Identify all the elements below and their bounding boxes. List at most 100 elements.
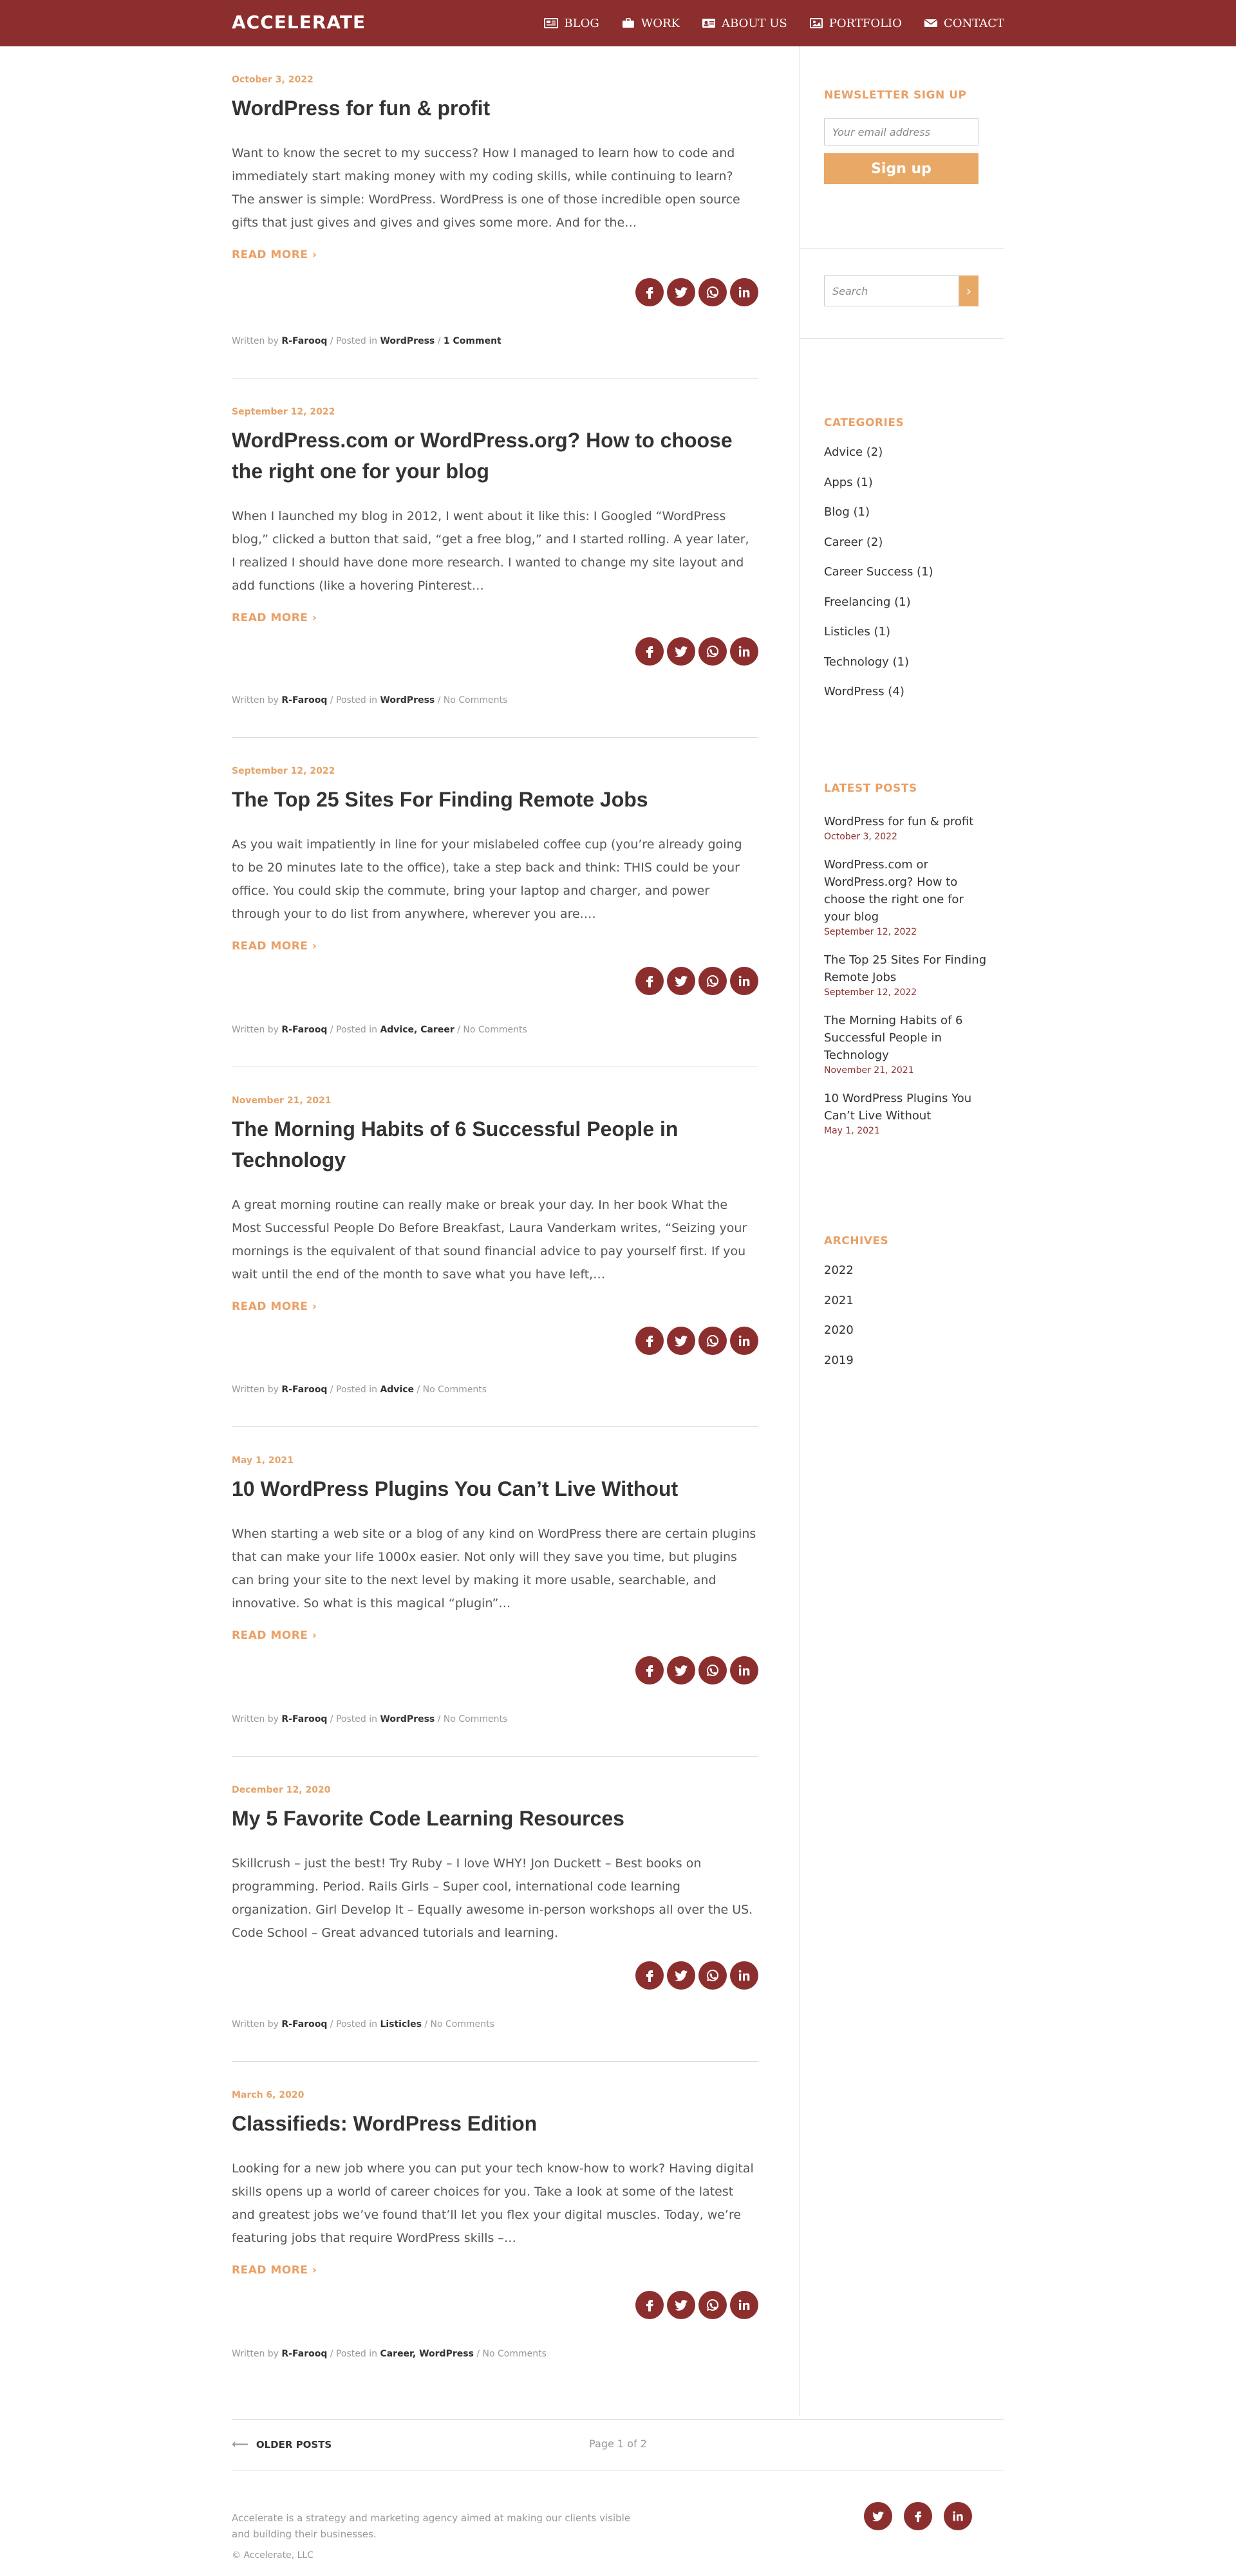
post-title-link[interactable]: WordPress for fun & profit <box>232 93 734 124</box>
twitter-share-button[interactable] <box>667 2291 695 2319</box>
archive-year-link[interactable]: 2022 <box>824 1264 888 1294</box>
signup-button[interactable]: Sign up <box>824 153 979 184</box>
category-link[interactable]: Blog (1) <box>824 506 933 536</box>
post-title-link[interactable]: 10 WordPress Plugins You Can’t Live With… <box>232 1473 734 1504</box>
category-link[interactable]: WordPress <box>380 1714 435 1724</box>
twitter-share-button[interactable] <box>667 278 695 306</box>
latest-post-link[interactable]: The Top 25 Sites For Finding Remote Jobs <box>824 951 991 986</box>
read-more-link[interactable]: READ MORE › <box>232 1629 317 1642</box>
whatsapp-share-button[interactable] <box>698 967 727 995</box>
author-link[interactable]: R-Farooq <box>281 2349 327 2359</box>
nav-work[interactable]: WORK <box>621 17 680 30</box>
read-more-link[interactable]: READ MORE › <box>232 2264 317 2277</box>
latest-post-link[interactable]: 10 WordPress Plugins You Can’t Live With… <box>824 1090 991 1125</box>
comments-link[interactable]: No Comments <box>483 2349 547 2359</box>
author-link[interactable]: R-Farooq <box>281 2019 327 2030</box>
category-link[interactable]: Advice, Career <box>380 1025 454 1035</box>
facebook-share-button[interactable] <box>635 1327 664 1355</box>
category-link[interactable]: WordPress (4) <box>824 686 933 716</box>
category-link[interactable]: WordPress <box>380 336 435 346</box>
post-title-link[interactable]: WordPress.com or WordPress.org? How to c… <box>232 425 734 487</box>
whatsapp-share-button[interactable] <box>698 637 727 666</box>
latest-post-link[interactable]: WordPress for fun & profit <box>824 813 991 830</box>
whatsapp-icon <box>706 286 719 298</box>
twitter-share-button[interactable] <box>667 637 695 666</box>
linkedin-share-button[interactable] <box>730 278 758 306</box>
category-link[interactable]: Career (2) <box>824 536 933 566</box>
read-more-link[interactable]: READ MORE › <box>232 248 317 261</box>
category-link[interactable]: Technology (1) <box>824 655 933 686</box>
category-link[interactable]: Listicles (1) <box>824 626 933 656</box>
post-title-link[interactable]: The Top 25 Sites For Finding Remote Jobs <box>232 784 734 815</box>
meta-written-label: Written by <box>232 1385 279 1395</box>
linkedin-share-button[interactable] <box>730 1961 758 1990</box>
nav-portfolio[interactable]: PORTFOLIO <box>809 17 902 30</box>
post-title-link[interactable]: Classifieds: WordPress Edition <box>232 2108 734 2139</box>
category-link[interactable]: Career Success (1) <box>824 566 933 596</box>
facebook-link[interactable] <box>904 2502 932 2530</box>
facebook-share-button[interactable] <box>635 2291 664 2319</box>
comments-link[interactable]: 1 Comment <box>444 336 501 346</box>
archive-year-link[interactable]: 2019 <box>824 1354 888 1385</box>
author-link[interactable]: R-Farooq <box>281 695 327 705</box>
post-title-link[interactable]: My 5 Favorite Code Learning Resources <box>232 1803 734 1834</box>
comments-link[interactable]: No Comments <box>423 1385 487 1395</box>
linkedin-share-button[interactable] <box>730 1656 758 1685</box>
whatsapp-share-button[interactable] <box>698 1656 727 1685</box>
category-link[interactable]: Advice <box>380 1385 414 1395</box>
post-item: October 3, 2022 WordPress for fun & prof… <box>232 75 758 261</box>
author-link[interactable]: R-Farooq <box>281 1025 327 1035</box>
linkedin-share-button[interactable] <box>730 967 758 995</box>
nav-about-us[interactable]: ABOUT US <box>702 17 787 30</box>
whatsapp-share-button[interactable] <box>698 2291 727 2319</box>
author-link[interactable]: R-Farooq <box>281 336 327 346</box>
archive-year-link[interactable]: 2021 <box>824 1294 888 1325</box>
share-buttons <box>635 278 758 306</box>
category-link[interactable]: WordPress <box>380 695 435 705</box>
linkedin-share-button[interactable] <box>730 637 758 666</box>
latest-post-link[interactable]: The Morning Habits of 6 Successful Peopl… <box>824 1012 991 1064</box>
category-link[interactable]: Apps (1) <box>824 476 933 507</box>
facebook-share-button[interactable] <box>635 1656 664 1685</box>
linkedin-share-button[interactable] <box>730 1327 758 1355</box>
category-link[interactable]: Career, WordPress <box>380 2349 473 2359</box>
facebook-icon <box>646 1665 653 1677</box>
twitter-share-button[interactable] <box>667 1327 695 1355</box>
category-link[interactable]: Listicles <box>380 2019 421 2030</box>
comments-link[interactable]: No Comments <box>444 695 507 705</box>
nav-contact[interactable]: CONTACT <box>924 17 1004 30</box>
archive-year-link[interactable]: 2020 <box>824 1324 888 1354</box>
whatsapp-share-button[interactable] <box>698 278 727 306</box>
category-link[interactable]: Freelancing (1) <box>824 595 933 626</box>
author-link[interactable]: R-Farooq <box>281 1385 327 1395</box>
author-link[interactable]: R-Farooq <box>281 1714 327 1724</box>
read-more-link[interactable]: READ MORE › <box>232 1300 317 1313</box>
linkedin-link[interactable] <box>944 2502 972 2530</box>
twitter-link[interactable] <box>864 2502 892 2530</box>
comments-link[interactable]: No Comments <box>431 2019 494 2030</box>
latest-post-link[interactable]: WordPress.com or WordPress.org? How to c… <box>824 856 991 926</box>
whatsapp-share-button[interactable] <box>698 1961 727 1990</box>
post-divider <box>232 737 758 738</box>
twitter-share-button[interactable] <box>667 1961 695 1990</box>
facebook-share-button[interactable] <box>635 278 664 306</box>
search-input[interactable]: Search <box>824 275 959 306</box>
search-button[interactable]: › <box>959 275 979 306</box>
category-link[interactable]: Advice (2) <box>824 446 933 476</box>
twitter-share-button[interactable] <box>667 967 695 995</box>
comments-link[interactable]: No Comments <box>444 1714 507 1724</box>
facebook-share-button[interactable] <box>635 1961 664 1990</box>
facebook-share-button[interactable] <box>635 637 664 666</box>
facebook-share-button[interactable] <box>635 967 664 995</box>
comments-link[interactable]: No Comments <box>463 1025 527 1035</box>
nav-blog[interactable]: BLOG <box>544 17 599 30</box>
site-logo[interactable]: ACCELERATE <box>232 12 366 33</box>
whatsapp-share-button[interactable] <box>698 1327 727 1355</box>
twitter-share-button[interactable] <box>667 1656 695 1685</box>
linkedin-share-button[interactable] <box>730 2291 758 2319</box>
newsletter-email-input[interactable]: Your email address <box>824 118 979 145</box>
whatsapp-icon <box>706 645 719 657</box>
read-more-link[interactable]: READ MORE › <box>232 940 317 953</box>
read-more-link[interactable]: READ MORE › <box>232 611 317 624</box>
post-title-link[interactable]: The Morning Habits of 6 Successful Peopl… <box>232 1114 734 1175</box>
